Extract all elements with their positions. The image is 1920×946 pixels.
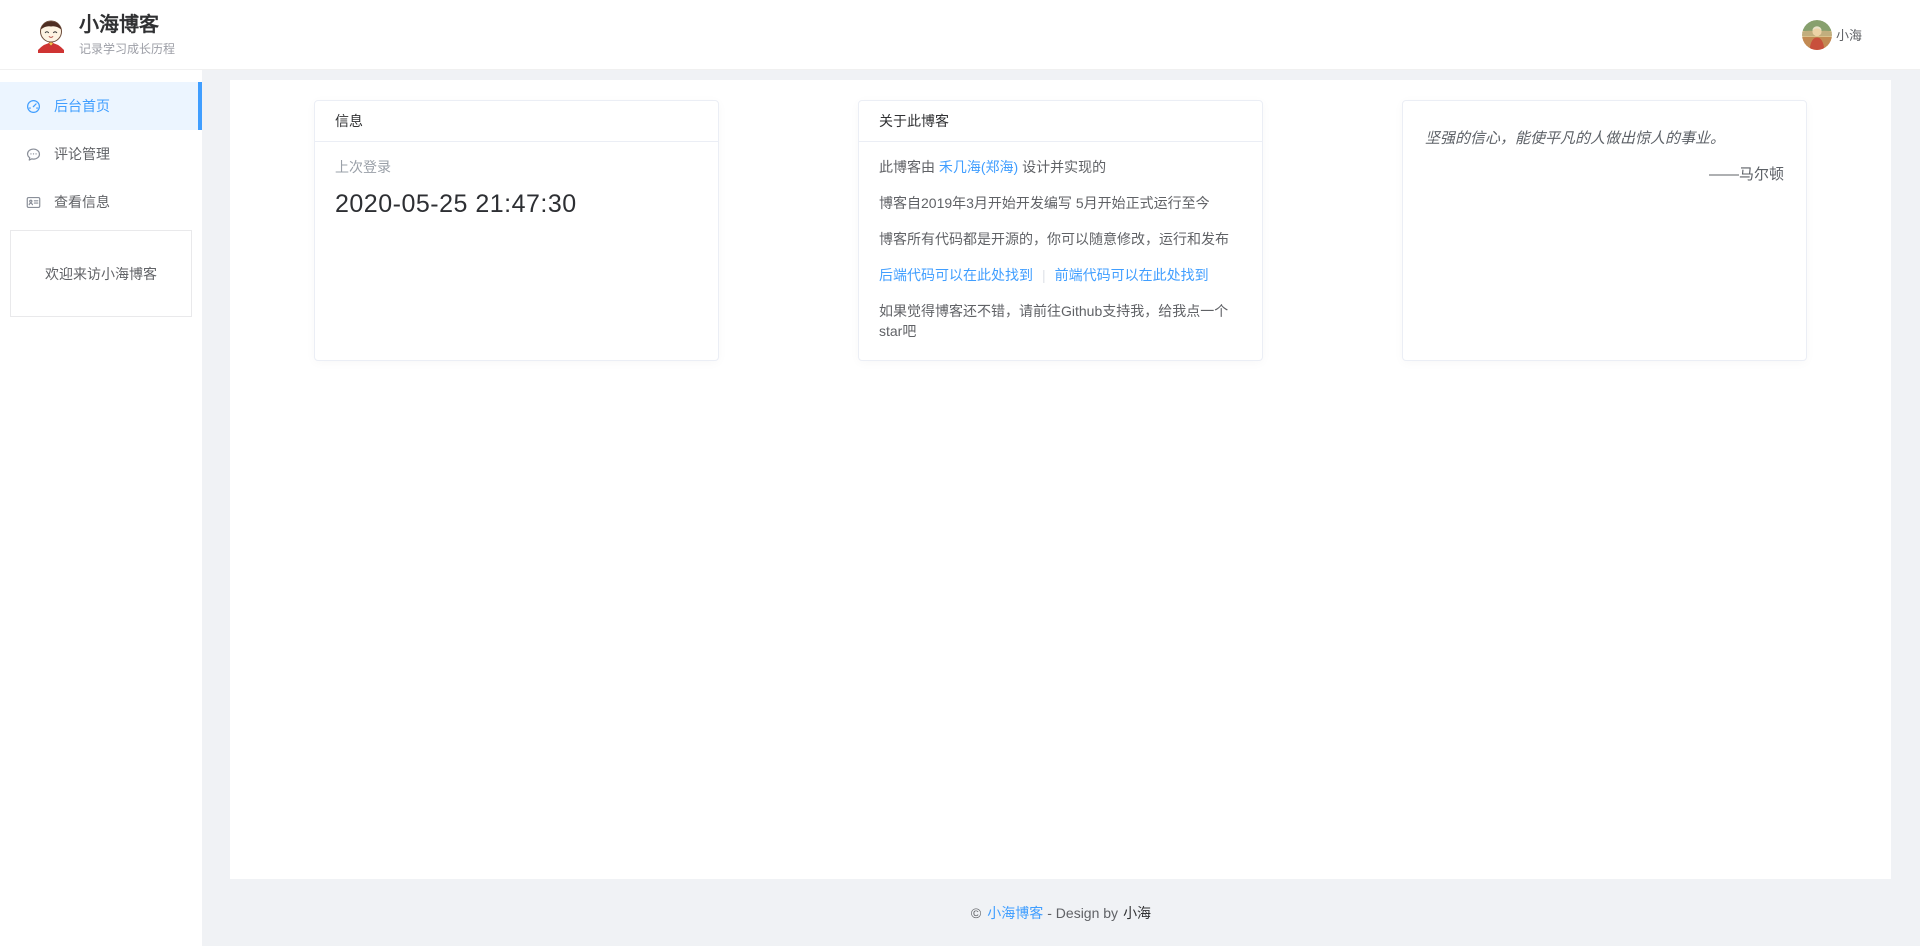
sidebar-welcome-box: 欢迎来访小海博客 (10, 230, 192, 317)
about-card-header: 关于此博客 (859, 101, 1262, 142)
footer-design-by: - Design by (1047, 905, 1118, 921)
last-login-label: 上次登录 (335, 157, 698, 177)
user-avatar (1802, 20, 1832, 50)
welcome-text: 欢迎来访小海博客 (45, 264, 157, 284)
frontend-code-link[interactable]: 前端代码可以在此处找到 (1055, 267, 1209, 283)
brand-text: 小海博客 记录学习成长历程 (79, 13, 175, 57)
brand-home-link[interactable]: 小海博客 记录学习成长历程 (33, 13, 175, 57)
site-title: 小海博客 (79, 13, 175, 37)
sidebar-item-comments[interactable]: 评论管理 (0, 130, 202, 178)
about-line-1: 此博客由 禾几海(郑海) 设计并实现的 (879, 157, 1242, 177)
quote-text: 坚强的信心，能使平凡的人做出惊人的事业。 (1425, 129, 1784, 149)
info-card-header: 信息 (315, 101, 718, 142)
username-label: 小海 (1836, 25, 1862, 44)
main-content: 信息 上次登录 2020-05-25 21:47:30 关于此博客 此博客由 禾… (230, 80, 1891, 879)
info-card: 信息 上次登录 2020-05-25 21:47:30 (314, 100, 719, 361)
site-subtitle: 记录学习成长历程 (79, 40, 175, 57)
sidebar: 后台首页 评论管理 查看信息 (0, 70, 202, 946)
body-row: 后台首页 评论管理 查看信息 (0, 70, 1920, 946)
sidebar-item-label: 评论管理 (54, 144, 110, 164)
quote-card-body: 坚强的信心，能使平凡的人做出惊人的事业。 ——马尔顿 (1403, 101, 1806, 184)
about-line1-prefix: 此博客由 (879, 159, 939, 175)
about-line1-suffix: 设计并实现的 (1018, 159, 1106, 175)
sidebar-item-view-info[interactable]: 查看信息 (0, 178, 202, 226)
id-card-icon (25, 194, 42, 211)
about-card: 关于此博客 此博客由 禾几海(郑海) 设计并实现的 博客自2019年3月开始开发… (858, 100, 1263, 361)
about-line-3: 博客所有代码都是开源的，你可以随意修改，运行和发布 (879, 229, 1242, 249)
last-login-time: 2020-05-25 21:47:30 (335, 190, 698, 219)
comment-icon (25, 146, 42, 163)
sidebar-item-dashboard[interactable]: 后台首页 (0, 82, 202, 130)
copyright-symbol: © (971, 905, 981, 921)
cards-row: 信息 上次登录 2020-05-25 21:47:30 关于此博客 此博客由 禾… (314, 100, 1807, 361)
user-menu[interactable]: 小海 (1802, 20, 1862, 50)
about-line-2: 博客自2019年3月开始开发编写 5月开始正式运行至今 (879, 193, 1242, 213)
quote-card: 坚强的信心，能使平凡的人做出惊人的事业。 ——马尔顿 (1402, 100, 1807, 361)
backend-code-link[interactable]: 后端代码可以在此处找到 (879, 267, 1033, 283)
site-logo-icon (33, 17, 69, 53)
about-line-links: 后端代码可以在此处找到 | 前端代码可以在此处找到 (879, 265, 1242, 285)
sidebar-item-label: 后台首页 (54, 96, 110, 116)
sidebar-item-label: 查看信息 (54, 192, 110, 212)
author-link[interactable]: 禾几海(郑海) (939, 159, 1018, 175)
quote-author: ——马尔顿 (1425, 163, 1784, 184)
page-footer: © 小海博客 - Design by 小海 (202, 879, 1920, 946)
about-card-body: 此博客由 禾几海(郑海) 设计并实现的 博客自2019年3月开始开发编写 5月开… (859, 142, 1262, 356)
app-header: 小海博客 记录学习成长历程 小海 (0, 0, 1920, 70)
info-card-body: 上次登录 2020-05-25 21:47:30 (315, 142, 718, 234)
about-line-5: 如果觉得博客还不错，请前往Github支持我，给我点一个star吧 (879, 301, 1242, 341)
links-divider: | (1042, 267, 1046, 283)
footer-site-link[interactable]: 小海博客 (987, 903, 1043, 923)
dashboard-icon (25, 98, 42, 115)
content-column: 信息 上次登录 2020-05-25 21:47:30 关于此博客 此博客由 禾… (202, 70, 1920, 946)
footer-designer: 小海 (1123, 903, 1151, 923)
